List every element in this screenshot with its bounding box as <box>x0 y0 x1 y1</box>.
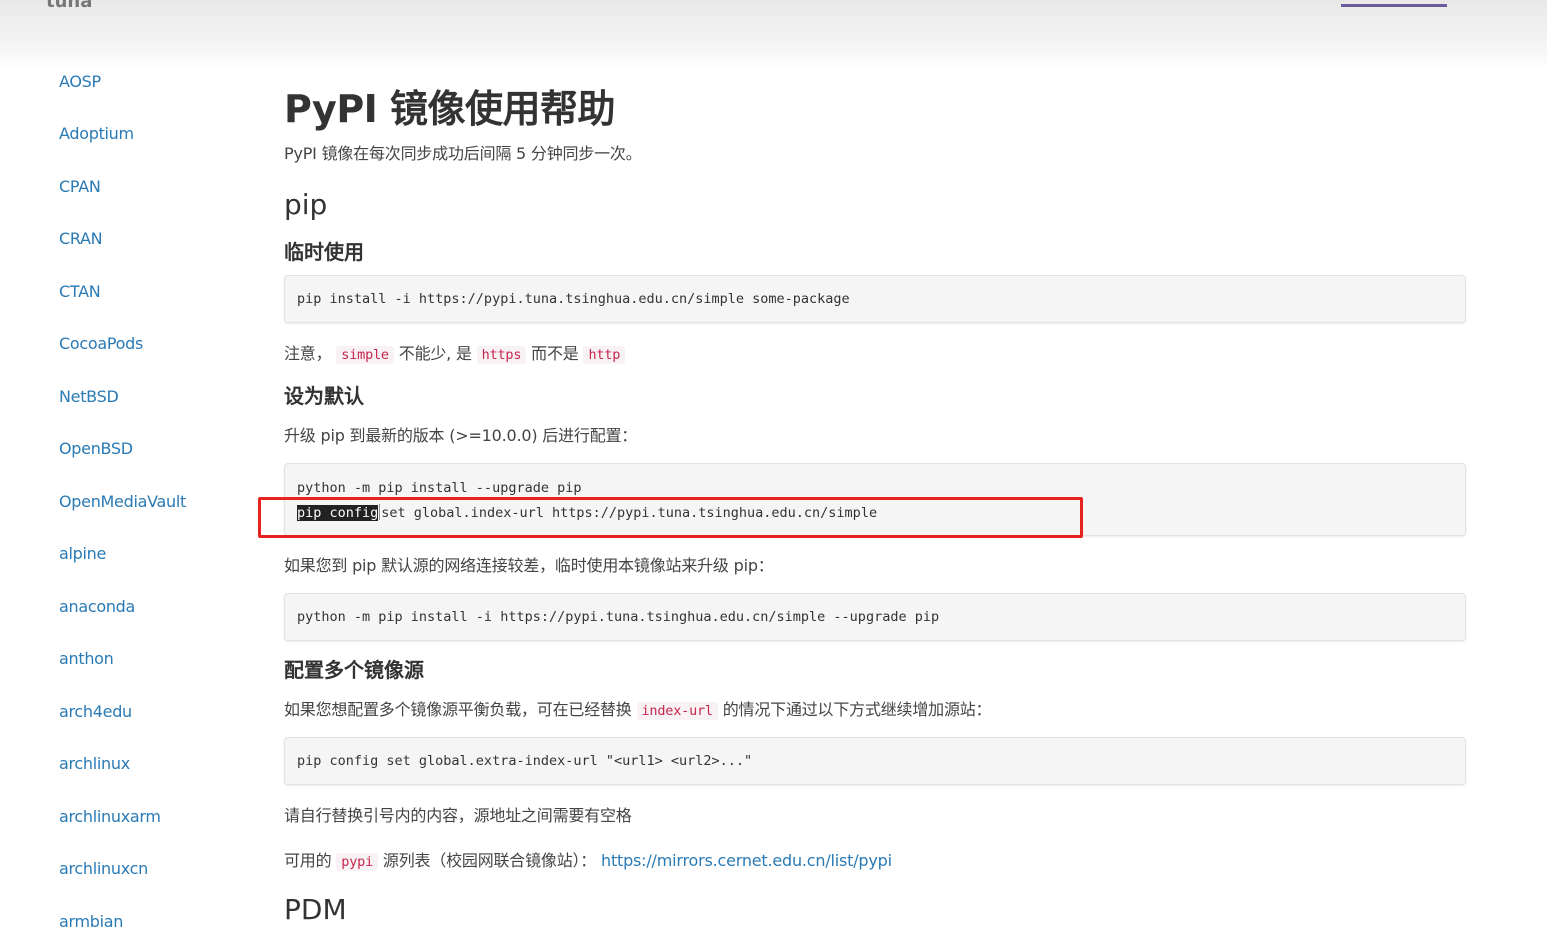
multi-code-line[interactable]: pip config set global.extra-index-url "<… <box>297 753 752 769</box>
replace-note: 请自行替换引号内的内容，源地址之间需要有空格 <box>284 806 632 825</box>
inline-code-pypi: pypi <box>336 853 379 871</box>
sidebar-item-cpan[interactable]: CPAN <box>59 177 101 196</box>
multi-text-suffix: 的情况下通过以下方式继续增加源站： <box>722 700 992 719</box>
inline-code-index-url: index-url <box>636 702 718 720</box>
note-mid1: 不能少, 是 <box>398 344 472 363</box>
inline-code-https: https <box>476 346 527 364</box>
temp-use-heading: 临时使用 <box>284 240 364 264</box>
sidebar-item-openmediavault[interactable]: OpenMediaVault <box>59 492 186 511</box>
available-sources: 可用的 pypi 源列表（校园网联合镜像站）： https://mirrors.… <box>284 847 892 871</box>
highlight-annotation-box <box>258 497 1083 538</box>
sidebar-item-anthon[interactable]: anthon <box>59 649 114 668</box>
sidebar-item-alpine[interactable]: alpine <box>59 544 106 563</box>
sidebar-item-anaconda[interactable]: anaconda <box>59 597 135 616</box>
sidebar-item-cocoapods[interactable]: CocoaPods <box>59 334 143 353</box>
https-note: 注意， simple 不能少, 是 https 而不是 http <box>284 340 626 364</box>
upgrade-text: 升级 pip 到最新的版本 (>=10.0.0) 后进行配置： <box>284 426 638 445</box>
inline-code-http: http <box>583 346 626 364</box>
default-code-line1[interactable]: python -m pip install --upgrade pip <box>297 480 581 496</box>
active-nav-indicator <box>1341 4 1447 7</box>
sidebar-item-cran[interactable]: CRAN <box>59 229 103 248</box>
multi-code-block[interactable]: pip config set global.extra-index-url "<… <box>284 737 1466 785</box>
intro-text: PyPI 镜像在每次同步成功后间隔 5 分钟同步一次。 <box>284 144 642 163</box>
sidebar-item-openbsd[interactable]: OpenBSD <box>59 439 133 458</box>
note-mid2: 而不是 <box>531 344 579 363</box>
sidebar-item-aosp[interactable]: AOSP <box>59 72 101 91</box>
sidebar-item-archlinux[interactable]: archlinux <box>59 754 130 773</box>
available-prefix: 可用的 <box>284 851 332 870</box>
inline-code-simple: simple <box>336 346 394 364</box>
pip-heading: pip <box>284 188 328 221</box>
multi-mirror-text: 如果您想配置多个镜像源平衡负载，可在已经替换 index-url 的情况下通过以… <box>284 696 992 720</box>
sidebar-item-archlinuxarm[interactable]: archlinuxarm <box>59 807 161 826</box>
cernet-pypi-link[interactable]: https://mirrors.cernet.edu.cn/list/pypi <box>601 851 892 870</box>
sidebar-item-armbian[interactable]: armbian <box>59 912 123 931</box>
sidebar-item-archlinuxcn[interactable]: archlinuxcn <box>59 859 148 878</box>
page-title: PyPI 镜像使用帮助 <box>284 87 616 131</box>
sidebar-item-netbsd[interactable]: NetBSD <box>59 387 119 406</box>
sidebar-item-ctan[interactable]: CTAN <box>59 282 101 301</box>
set-default-heading: 设为默认 <box>284 384 364 408</box>
site-logo[interactable]: tuna <box>46 0 92 12</box>
top-navbar: tuna <box>0 0 1547 70</box>
available-mid: 源列表（校园网联合镜像站）： <box>382 851 597 870</box>
multi-text-prefix: 如果您想配置多个镜像源平衡负载，可在已经替换 <box>284 700 632 719</box>
pdm-heading: PDM <box>284 893 347 926</box>
upgrade-code-block[interactable]: python -m pip install -i https://pypi.tu… <box>284 593 1466 641</box>
multi-mirror-heading: 配置多个镜像源 <box>284 658 424 682</box>
temp-code-line[interactable]: pip install -i https://pypi.tuna.tsinghu… <box>297 291 850 307</box>
upgrade-code-line[interactable]: python -m pip install -i https://pypi.tu… <box>297 609 939 625</box>
slow-connection-text: 如果您到 pip 默认源的网络连接较差，临时使用本镜像站来升级 pip： <box>284 556 774 575</box>
note-prefix: 注意， <box>284 344 332 363</box>
temp-code-block[interactable]: pip install -i https://pypi.tuna.tsinghu… <box>284 275 1466 323</box>
sidebar-item-arch4edu[interactable]: arch4edu <box>59 702 132 721</box>
sidebar-item-adoptium[interactable]: Adoptium <box>59 124 134 143</box>
